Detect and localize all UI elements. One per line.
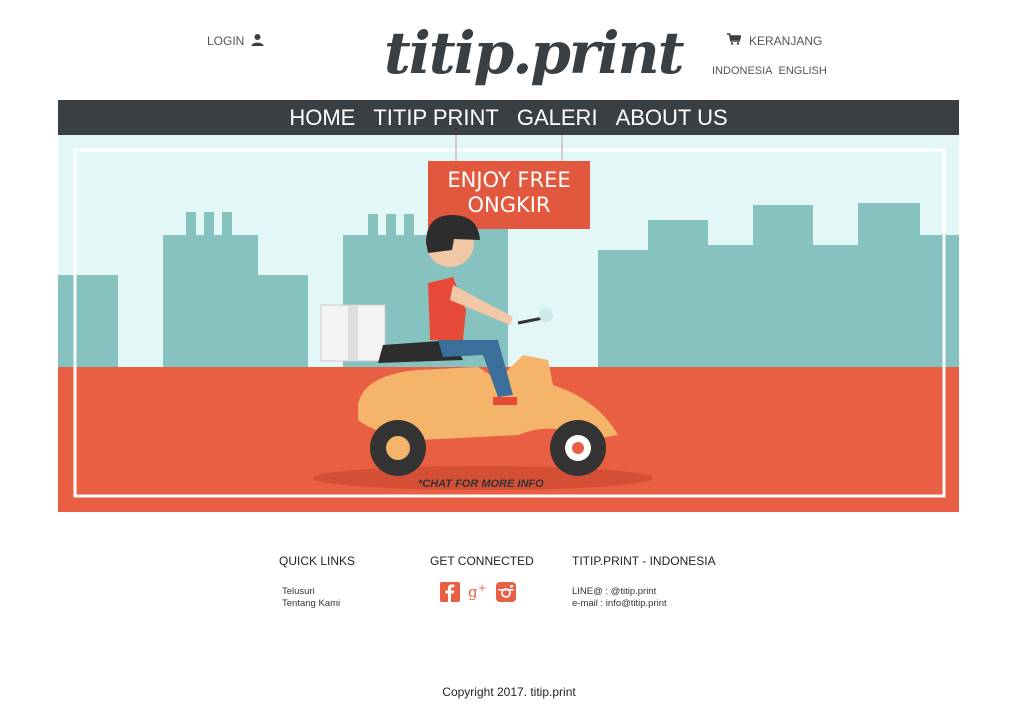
nav-titip-print[interactable]: TITIP PRINT <box>364 100 508 135</box>
language-indonesia[interactable]: INDONESIA <box>712 65 773 77</box>
login-label: LOGIN <box>207 34 245 48</box>
logo-text: titip.print <box>384 19 685 87</box>
site-logo[interactable]: titip.print <box>384 10 685 96</box>
email-contact: e-mail : info@titip.print <box>572 598 667 609</box>
facebook-icon[interactable] <box>440 582 460 602</box>
hero-banner: ENJOY FREE ONGKIR *CHAT FOR MORE INFO <box>58 135 959 512</box>
copyright: Copyright 2017. titip.print <box>442 685 576 699</box>
language-switcher: INDONESIA ENGLISH <box>712 65 827 77</box>
language-english[interactable]: ENGLISH <box>779 65 827 77</box>
company-section: TITIP.PRINT - INDONESIA LINE@ : @titip.p… <box>572 554 716 610</box>
cart-label: KERANJANG <box>749 33 823 48</box>
cart-icon <box>727 33 742 48</box>
banner-caption: *CHAT FOR MORE INFO <box>418 478 544 490</box>
cart-link[interactable]: KERANJANG <box>727 33 822 48</box>
svg-text:+: + <box>478 583 486 594</box>
line-contact: LINE@ : @titip.print <box>572 586 657 597</box>
nav-about-us[interactable]: ABOUT US <box>607 100 737 135</box>
company-title: TITIP.PRINT - INDONESIA <box>572 554 716 568</box>
main-nav: HOME TITIP PRINT GALERI ABOUT US <box>58 100 959 135</box>
instagram-icon[interactable] <box>496 582 516 602</box>
get-connected-title: GET CONNECTED <box>430 554 534 568</box>
link-tentang-kami[interactable]: Tentang Kami <box>282 598 355 610</box>
nav-home[interactable]: HOME <box>280 100 364 135</box>
sign-line-2: ONGKIR <box>467 193 551 217</box>
user-icon <box>251 33 264 49</box>
svg-text:g: g <box>468 583 478 601</box>
sign-line-1: ENJOY FREE <box>447 168 571 192</box>
quick-links-title: QUICK LINKS <box>279 554 356 568</box>
get-connected-section: GET CONNECTED g + <box>430 554 534 602</box>
login-link[interactable]: LOGIN <box>207 33 264 49</box>
link-telusuri[interactable]: Telusuri <box>282 586 355 598</box>
promo-sign: ENJOY FREE ONGKIR <box>428 168 590 218</box>
quick-links-section: QUICK LINKS Telusuri Tentang Kami <box>279 554 355 610</box>
nav-galeri[interactable]: GALERI <box>508 100 607 135</box>
google-plus-icon[interactable]: g + <box>468 582 488 602</box>
